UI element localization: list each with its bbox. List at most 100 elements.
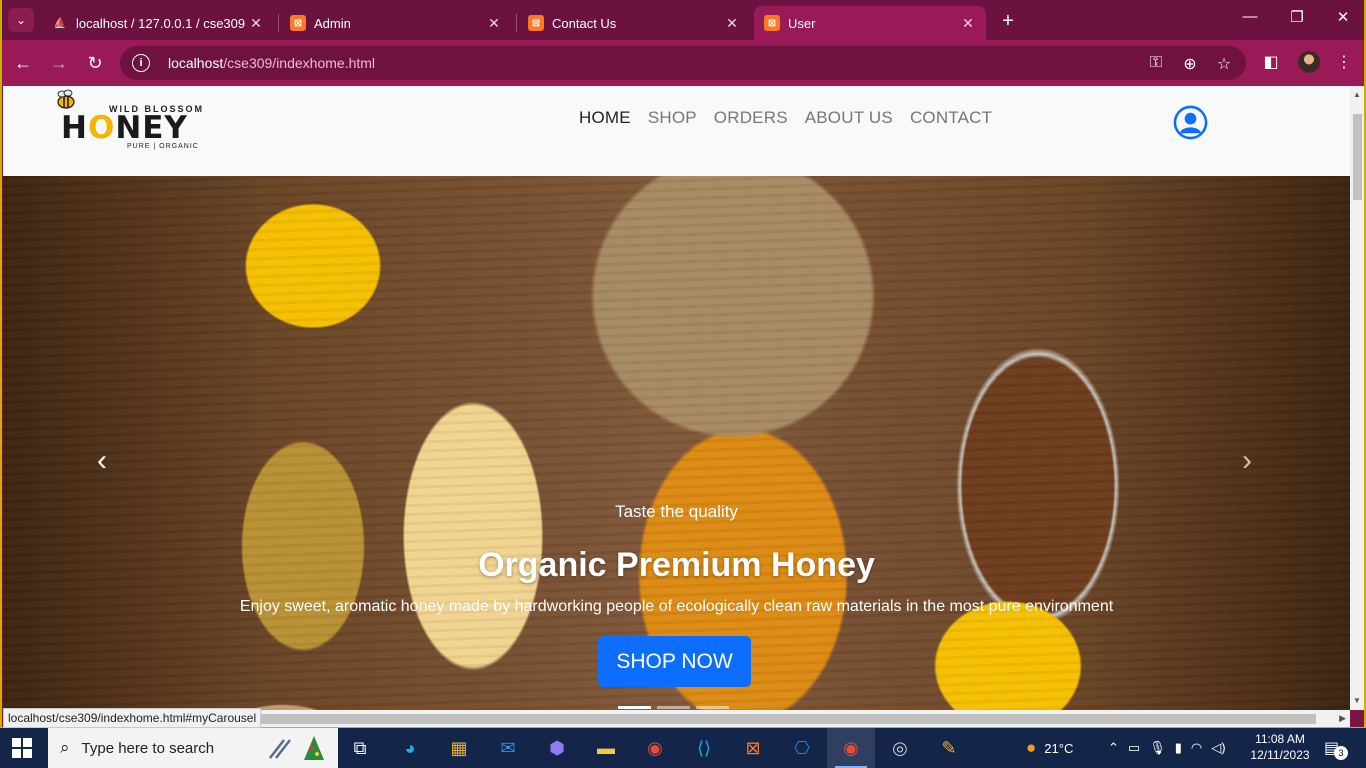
carousel-indicator[interactable]	[618, 706, 651, 709]
tab-divider	[278, 14, 279, 32]
zoom-icon[interactable]: ⊕	[1180, 54, 1200, 74]
search-placeholder: Type here to search	[81, 739, 215, 757]
tab-title: Contact Us	[552, 15, 617, 31]
tab-divider	[516, 14, 517, 32]
shop-now-button[interactable]: SHOP NOW	[598, 636, 751, 687]
clock-time: 11:08 AM	[1255, 732, 1305, 746]
search-icon: ⌕	[60, 738, 70, 757]
tab-search-button[interactable]: ⌄	[8, 8, 34, 32]
logo-subtitle: PURE | ORGANIC	[127, 143, 199, 150]
store-icon[interactable]: ▦	[435, 728, 483, 768]
carousel-indicator[interactable]	[657, 706, 690, 709]
logo-wordmark: HONEY	[61, 110, 188, 146]
nav-shop[interactable]: SHOP	[648, 108, 697, 128]
reload-button[interactable]: ↻	[84, 52, 106, 74]
close-icon[interactable]: ✕	[724, 15, 740, 32]
taskbar-clock[interactable]: 11:08 AM 12/11/2023	[1250, 731, 1310, 763]
edge-icon[interactable]: ◕	[386, 728, 434, 768]
forward-button[interactable]: →	[48, 52, 70, 74]
nav-home[interactable]: HOME	[579, 108, 631, 128]
taskbar-search[interactable]: ⌕ Type here to search	[48, 728, 338, 768]
weather-sun-icon: ●	[1026, 738, 1037, 757]
mail-icon[interactable]: ✉	[484, 728, 532, 768]
side-panel-icon[interactable]: ◧	[1260, 52, 1282, 72]
paint-icon[interactable]: ✎	[925, 728, 973, 768]
bookmark-star-icon[interactable]: ☆	[1214, 54, 1234, 74]
clock-date: 12/11/2023	[1250, 748, 1310, 762]
scroll-thumb[interactable]	[258, 714, 1316, 724]
hero-title: Organic Premium Honey	[478, 546, 875, 584]
restore-button[interactable]: ❐	[1285, 8, 1309, 26]
back-button[interactable]: ←	[12, 52, 34, 74]
chrome-profile-icon[interactable]: ◉	[827, 728, 875, 768]
nav-orders[interactable]: ORDERS	[714, 108, 788, 128]
site-logo[interactable]: WILD BLOSSOM HONEY PURE | ORGANIC	[51, 88, 221, 150]
tab-user[interactable]: ⊠ User ✕	[754, 6, 986, 40]
scroll-down-icon[interactable]: ▼	[1352, 696, 1362, 705]
xampp-icon: ⊠	[764, 15, 780, 31]
notification-center-icon[interactable]: ▤ 3	[1324, 738, 1348, 760]
volume-icon[interactable]: ◁)	[1211, 740, 1225, 756]
address-bar[interactable]: i localhost/cse309/indexhome.html ⚿ ⊕ ☆	[120, 46, 1246, 80]
hero-description: Enjoy sweet, aromatic honey made by hard…	[239, 598, 1114, 615]
file-explorer-icon[interactable]: ▬	[582, 728, 630, 768]
chevron-up-icon[interactable]: ⌃	[1108, 740, 1119, 756]
close-window-button[interactable]: ✕	[1331, 8, 1355, 26]
search-highlight-icon	[269, 736, 324, 760]
site-info-icon[interactable]: i	[132, 54, 150, 72]
page-viewport: WILD BLOSSOM HONEY PURE | ORGANIC HOME S…	[3, 86, 1350, 710]
main-nav: HOME SHOP ORDERS ABOUT US CONTACT	[579, 108, 992, 128]
vertical-scrollbar[interactable]: ▲ ▼	[1350, 86, 1364, 710]
hero-carousel: ‹ › Taste the quality Organic Premium Ho…	[3, 176, 1350, 710]
key-icon[interactable]: ⚿	[1146, 54, 1166, 72]
scroll-up-icon[interactable]: ▲	[1352, 90, 1362, 99]
hero-kicker: Taste the quality	[615, 502, 738, 521]
close-icon[interactable]: ✕	[486, 15, 502, 32]
profile-avatar[interactable]	[1298, 51, 1320, 73]
tab-title: User	[788, 15, 816, 31]
link-status-bar: localhost/cse309/indexhome.html#myCarous…	[3, 708, 262, 728]
tab-strip: ⌄ ⛵ localhost / 127.0.0.1 / cse309 / u ✕…	[2, 0, 1364, 40]
new-tab-button[interactable]: +	[998, 10, 1018, 33]
task-view-icon[interactable]: ⧉	[336, 728, 384, 768]
carousel-next-icon[interactable]: ›	[1232, 444, 1262, 478]
xampp-icon[interactable]: ⊠	[729, 728, 777, 768]
scroll-thumb[interactable]	[1353, 114, 1362, 200]
microphone-icon[interactable]: 🎙	[1149, 740, 1166, 756]
battery-icon[interactable]: ▮	[1175, 740, 1182, 756]
minimize-button[interactable]: —	[1238, 8, 1262, 25]
nav-about-us[interactable]: ABOUT US	[805, 108, 893, 128]
meet-now-icon[interactable]: ▭	[1128, 740, 1140, 756]
bee-icon	[57, 89, 75, 109]
tab-title: Admin	[314, 15, 351, 31]
weather-widget[interactable]: ● 21°C	[1026, 728, 1073, 768]
url-text: localhost/cse309/indexhome.html	[168, 55, 376, 71]
wifi-icon[interactable]: ◠	[1191, 740, 1202, 756]
remote-desktop-icon[interactable]: ⎔	[778, 728, 826, 768]
tab-admin[interactable]: ⊠ Admin ✕	[280, 6, 512, 40]
close-icon[interactable]: ✕	[960, 15, 976, 32]
xampp-icon: ⊠	[290, 15, 306, 31]
carousel-prev-icon[interactable]: ‹	[87, 444, 117, 478]
windows-start-icon[interactable]	[12, 738, 32, 758]
phpmyadmin-icon: ⛵	[53, 17, 67, 29]
chrome-icon[interactable]: ◉	[631, 728, 679, 768]
site-header: WILD BLOSSOM HONEY PURE | ORGANIC HOME S…	[3, 86, 1350, 176]
carousel-indicator[interactable]	[696, 706, 729, 709]
nav-contact[interactable]: CONTACT	[910, 108, 992, 128]
weather-temp: 21°C	[1044, 740, 1074, 756]
obs-icon[interactable]: ◎	[876, 728, 924, 768]
copilot-icon[interactable]: ⬢	[533, 728, 581, 768]
notification-badge: 3	[1334, 746, 1348, 760]
scroll-right-icon[interactable]: ▶	[1339, 713, 1346, 724]
system-tray: ⌃ ▭ 🎙 ▮ ◠ ◁)	[1108, 728, 1226, 768]
menu-kebab-icon[interactable]: ⋮	[1333, 52, 1355, 72]
tab-phpmyadmin[interactable]: ⛵ localhost / 127.0.0.1 / cse309 / u ✕	[42, 6, 274, 40]
tab-contact-us[interactable]: ⊠ Contact Us ✕	[518, 6, 750, 40]
windows-taskbar: ⌕ Type here to search ⧉ ◕ ▦ ✉ ⬢ ▬ ◉ ⟨⟩ ⊠…	[0, 728, 1366, 768]
vscode-icon[interactable]: ⟨⟩	[680, 728, 728, 768]
user-account-icon[interactable]	[1173, 105, 1208, 140]
close-icon[interactable]: ✕	[248, 15, 264, 32]
tab-title: localhost / 127.0.0.1 / cse309 / u	[76, 15, 248, 31]
browser-toolbar: ← → ↻ i localhost/cse309/indexhome.html …	[2, 40, 1364, 86]
